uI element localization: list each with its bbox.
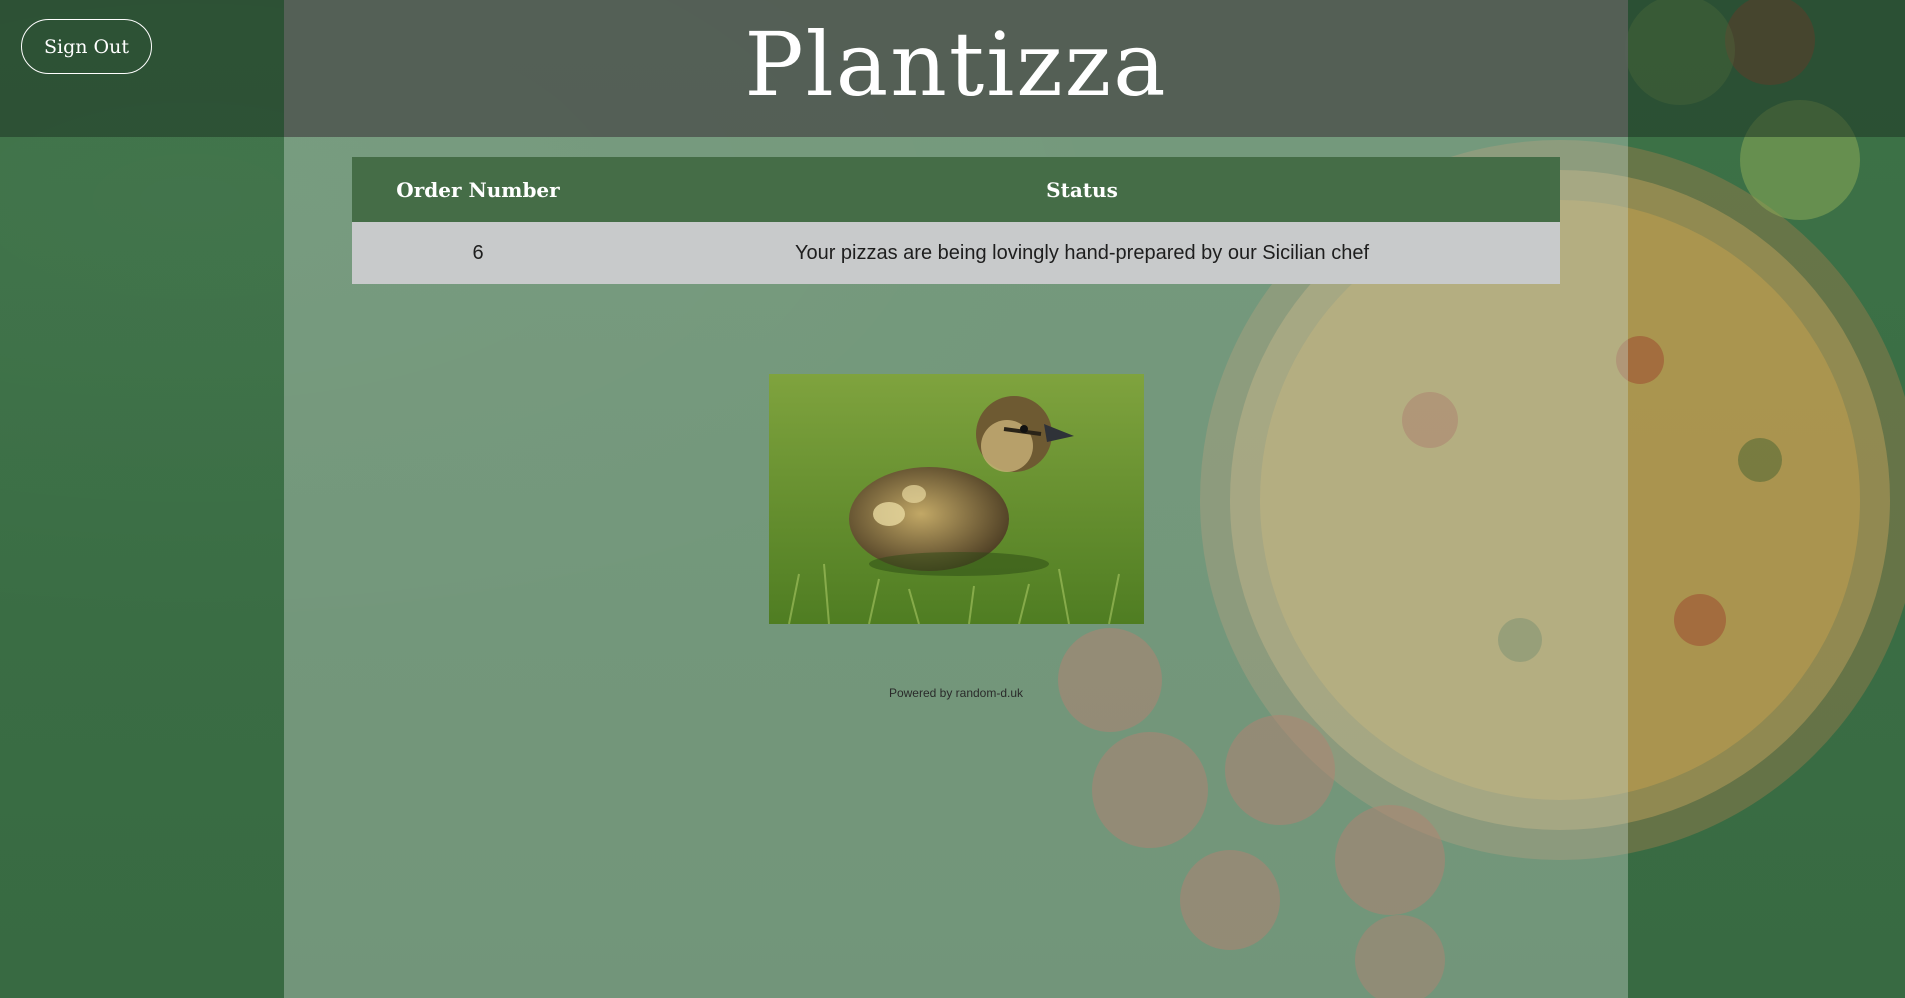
table-row: 6 Your pizzas are being lovingly hand-pr… [352,222,1560,284]
orders-table: Order Number Status 6 Your pizzas are be… [352,157,1560,284]
order-number-cell: 6 [352,222,604,284]
table-header-row: Order Number Status [352,157,1560,222]
duckling-image [769,374,1144,624]
sign-out-button[interactable]: Sign Out [21,19,152,74]
powered-by-footer: Powered by random-d.uk [888,686,1024,700]
brand-title: Plantizza [744,13,1168,116]
column-header-order-number: Order Number [352,157,604,222]
order-status-cell: Your pizzas are being lovingly hand-prep… [604,222,1560,284]
duckling-photo-icon [769,374,1144,624]
column-header-status: Status [604,157,1560,222]
